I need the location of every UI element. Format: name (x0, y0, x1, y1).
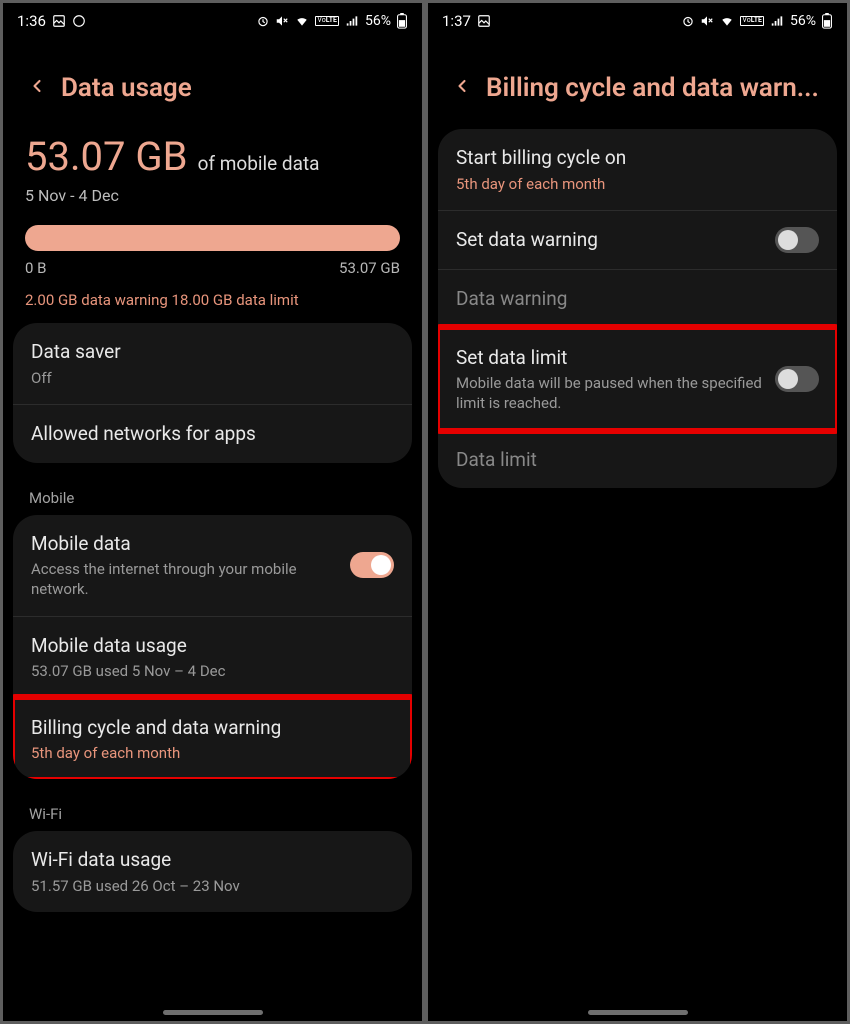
mute-icon (700, 14, 714, 28)
status-battery-pct: 56% (365, 13, 391, 29)
alarm-icon (256, 14, 270, 28)
mute-icon (275, 14, 289, 28)
set-data-warning-toggle[interactable] (775, 227, 819, 253)
row-mobile-data-usage[interactable]: Mobile data usage 53.07 GB used 5 Nov – … (13, 616, 412, 698)
wifi-icon (294, 14, 310, 28)
back-icon[interactable] (27, 73, 47, 103)
signal-icon (769, 14, 785, 28)
page-title: Billing cycle and data warn... (486, 73, 819, 103)
mobile-data-usage-sub: 53.07 GB used 5 Nov – 4 Dec (31, 661, 394, 681)
billing-cycle-sub: 5th day of each month (31, 743, 394, 763)
alarm-icon (681, 14, 695, 28)
gallery-icon (52, 14, 66, 28)
volte-icon: VoLTE (315, 16, 339, 26)
section-wifi-head: Wi-Fi (3, 793, 422, 831)
wifi-icon (719, 14, 735, 28)
data-warning-label: Data warning (456, 286, 819, 312)
usage-of-label: of mobile data (198, 152, 320, 175)
usage-warning-limit: 2.00 GB data warning 18.00 GB data limit (25, 291, 400, 309)
usage-scale-min: 0 B (25, 259, 47, 277)
section-mobile-head: Mobile (3, 477, 422, 515)
billing-cycle-label: Billing cycle and data warning (31, 715, 394, 741)
row-data-limit: Data limit (438, 430, 837, 489)
row-data-saver[interactable]: Data saver Off (13, 323, 412, 404)
wifi-data-usage-sub: 51.57 GB used 26 Oct – 23 Nov (31, 876, 394, 896)
screen-data-usage: 1:36 VoLTE 56% Data usage 53.07 GB of mo… (3, 3, 422, 1021)
set-data-limit-sub: Mobile data will be paused when the spec… (456, 373, 763, 414)
row-allowed-networks[interactable]: Allowed networks for apps (13, 404, 412, 463)
usage-summary: 53.07 GB of mobile data 5 Nov - 4 Dec 0 … (3, 129, 422, 323)
mobile-data-usage-label: Mobile data usage (31, 633, 394, 659)
wifi-data-usage-label: Wi-Fi data usage (31, 847, 394, 873)
status-bar: 1:37 VoLTE 56% (428, 3, 847, 39)
row-data-warning: Data warning (438, 269, 837, 328)
titlebar: Data usage (3, 39, 422, 129)
status-battery-pct: 56% (790, 13, 816, 29)
status-time: 1:36 (17, 12, 46, 30)
screen-billing-cycle: 1:37 VoLTE 56% Billing cycle and data wa… (428, 3, 847, 1021)
row-set-data-limit[interactable]: Set data limit Mobile data will be pause… (438, 328, 837, 430)
mobile-data-sub: Access the internet through your mobile … (31, 559, 338, 600)
row-set-data-warning[interactable]: Set data warning (438, 210, 837, 269)
usage-period: 5 Nov - 4 Dec (25, 186, 400, 205)
data-saver-sub: Off (31, 368, 394, 388)
volte-icon: VoLTE (740, 16, 764, 26)
status-time: 1:37 (442, 12, 471, 30)
set-data-warning-label: Set data warning (456, 227, 763, 253)
signal-icon (344, 14, 360, 28)
sync-icon (72, 14, 86, 28)
card-general: Data saver Off Allowed networks for apps (13, 323, 412, 463)
status-bar: 1:36 VoLTE 56% (3, 3, 422, 39)
home-indicator[interactable] (588, 1010, 688, 1015)
usage-amount: 53.07 GB (25, 133, 188, 180)
mobile-data-label: Mobile data (31, 531, 338, 557)
home-indicator[interactable] (163, 1010, 263, 1015)
start-billing-label: Start billing cycle on (456, 145, 819, 171)
battery-icon (821, 13, 833, 29)
row-start-billing-cycle[interactable]: Start billing cycle on 5th day of each m… (438, 129, 837, 210)
back-icon[interactable] (452, 73, 472, 103)
set-data-limit-toggle[interactable] (775, 366, 819, 392)
allowed-networks-label: Allowed networks for apps (31, 421, 394, 447)
usage-scale-max: 53.07 GB (339, 259, 400, 277)
page-title: Data usage (61, 73, 192, 103)
card-mobile: Mobile data Access the internet through … (13, 515, 412, 780)
start-billing-sub: 5th day of each month (456, 174, 819, 194)
usage-bar (25, 225, 400, 251)
set-data-limit-label: Set data limit (456, 345, 763, 371)
card-billing-settings: Start billing cycle on 5th day of each m… (438, 129, 837, 488)
row-billing-cycle[interactable]: Billing cycle and data warning 5th day o… (13, 698, 412, 780)
mobile-data-toggle[interactable] (350, 552, 394, 578)
data-limit-label: Data limit (456, 447, 819, 473)
titlebar: Billing cycle and data warn... (428, 39, 847, 129)
data-saver-label: Data saver (31, 339, 394, 365)
card-wifi: Wi-Fi data usage 51.57 GB used 26 Oct – … (13, 831, 412, 912)
row-mobile-data[interactable]: Mobile data Access the internet through … (13, 515, 412, 616)
gallery-icon (477, 14, 491, 28)
row-wifi-data-usage[interactable]: Wi-Fi data usage 51.57 GB used 26 Oct – … (13, 831, 412, 912)
battery-icon (396, 13, 408, 29)
